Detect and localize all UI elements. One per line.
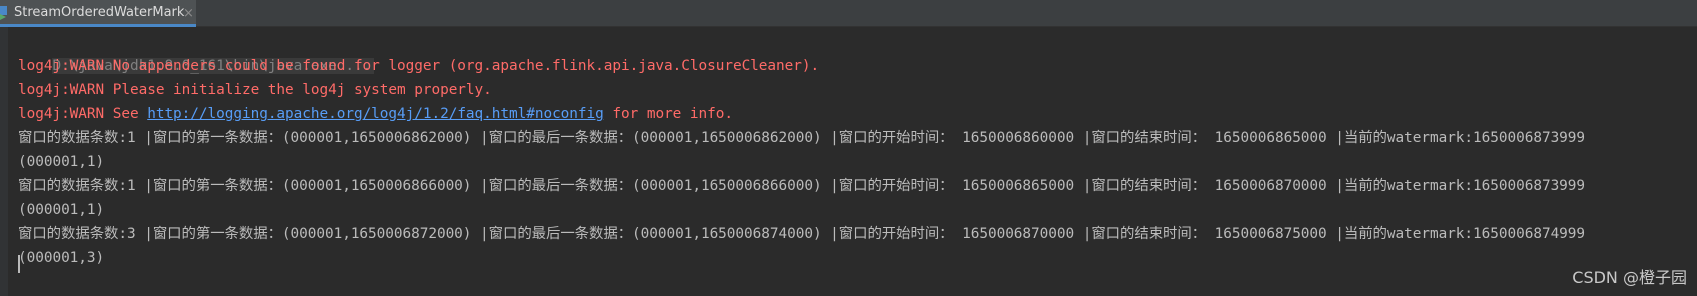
run-config-icon [0,6,7,20]
run-tab[interactable]: StreamOrderedWaterMark × [0,0,196,27]
window-output-line: 窗口的数据条数:1 |窗口的第一条数据：(000001,165000686200… [18,130,1586,146]
result-line: (000001,1) [18,154,105,170]
log-warning-suffix: for more info. [603,106,733,122]
window-output-line: 窗口的数据条数:1 |窗口的第一条数据：(000001,165000686600… [18,178,1586,194]
log4j-faq-link[interactable]: http://logging.apache.org/log4j/1.2/faq.… [147,106,604,122]
close-icon[interactable]: × [183,6,194,21]
log-warning: log4j:WARN No appenders could be found f… [18,58,820,74]
log-warning-prefix: log4j:WARN See [18,106,148,122]
log-warning: log4j:WARN Please initialize the log4j s… [18,82,492,98]
command-line: D:\java\jdk1.8.0_161\bin\java.exe ... [18,30,1697,74]
console-output[interactable]: D:\java\jdk1.8.0_161\bin\java.exe ... lo… [18,30,1697,270]
console-gutter [0,27,8,296]
result-line: (000001,1) [18,202,105,218]
log-warning: log4j:WARN See http://logging.apache.org… [18,102,1697,126]
text-cursor [18,255,20,273]
editor-tab-bar: StreamOrderedWaterMark × [0,0,1697,27]
window-output-line: 窗口的数据条数:3 |窗口的第一条数据：(000001,165000687200… [18,226,1586,242]
csdn-watermark: CSDN @橙子园 [1572,268,1687,287]
result-line: (000001,3) [18,250,105,266]
tab-title: StreamOrderedWaterMark [14,5,185,20]
